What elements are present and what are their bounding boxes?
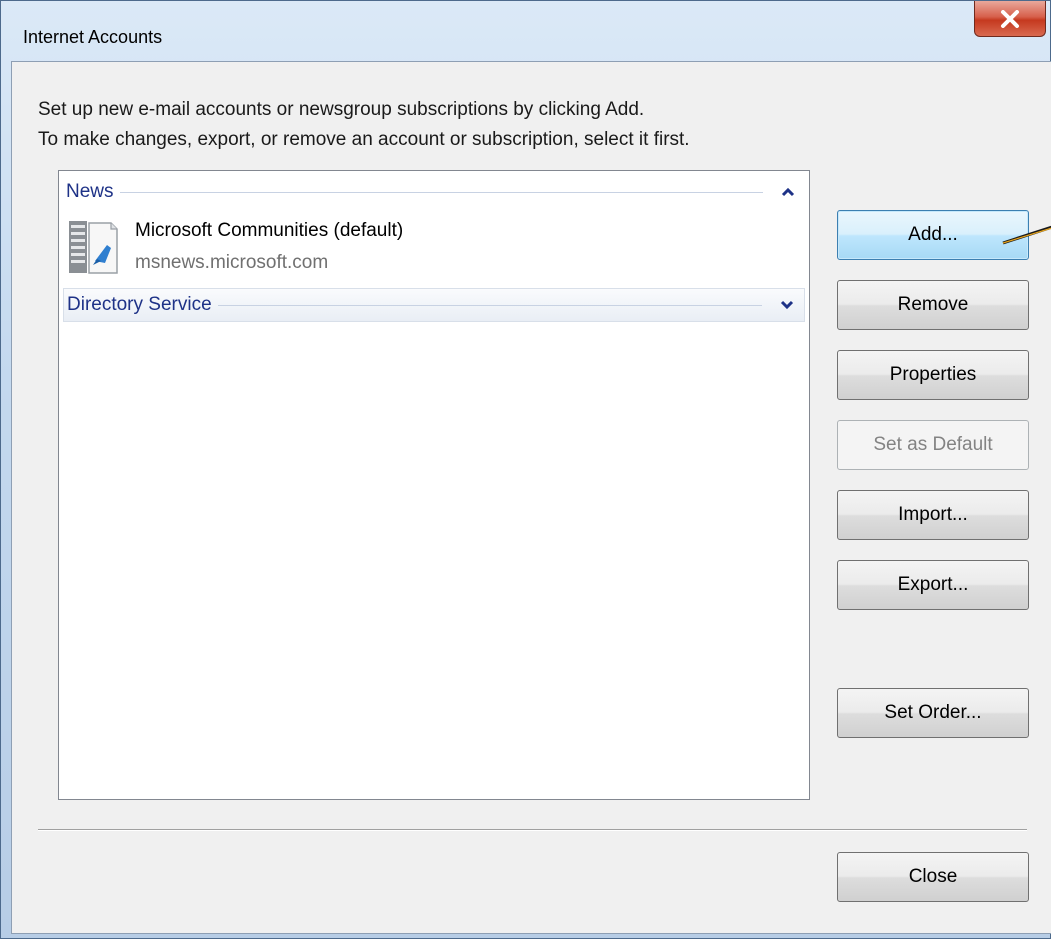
title-bar[interactable]: Internet Accounts [1, 1, 1050, 59]
account-server: msnews.microsoft.com [135, 252, 329, 273]
group-header-directory-service[interactable]: Directory Service [63, 288, 805, 322]
separator-line [38, 829, 1027, 831]
window-title: Internet Accounts [23, 27, 163, 47]
remove-button[interactable]: Remove [837, 280, 1029, 330]
chevron-up-icon[interactable] [775, 182, 801, 202]
instruction-line-1: Set up new e-mail accounts or newsgroup … [38, 99, 645, 120]
instruction-line-2: To make changes, export, or remove an ac… [38, 129, 690, 150]
close-window-button[interactable] [974, 1, 1046, 37]
set-as-default-button[interactable]: Set as Default [837, 420, 1029, 470]
account-name: Microsoft Communities (default) [135, 220, 404, 241]
callout-pointer-icon [1002, 225, 1051, 245]
export-button[interactable]: Export... [837, 560, 1029, 610]
instructions: Set up new e-mail accounts or newsgroup … [38, 95, 690, 155]
group-label-directory-service: Directory Service [67, 294, 212, 315]
chevron-down-icon[interactable] [774, 295, 800, 315]
list-item-account[interactable]: Microsoft Communities (default) msnews.m… [67, 217, 767, 283]
group-divider [119, 191, 763, 193]
internet-accounts-dialog: Internet Accounts Set up new e-mail acco… [0, 0, 1051, 939]
accounts-list[interactable]: News Microsoft Communities (default) msn… [58, 170, 810, 800]
group-label-news: News [66, 181, 114, 202]
close-button[interactable]: Close [837, 852, 1029, 902]
import-button[interactable]: Import... [837, 490, 1029, 540]
news-server-icon [69, 221, 118, 274]
group-divider [217, 304, 762, 306]
set-order-button[interactable]: Set Order... [837, 688, 1029, 738]
properties-button[interactable]: Properties [837, 350, 1029, 400]
close-icon [1001, 9, 1019, 28]
group-header-news[interactable]: News [63, 175, 805, 209]
